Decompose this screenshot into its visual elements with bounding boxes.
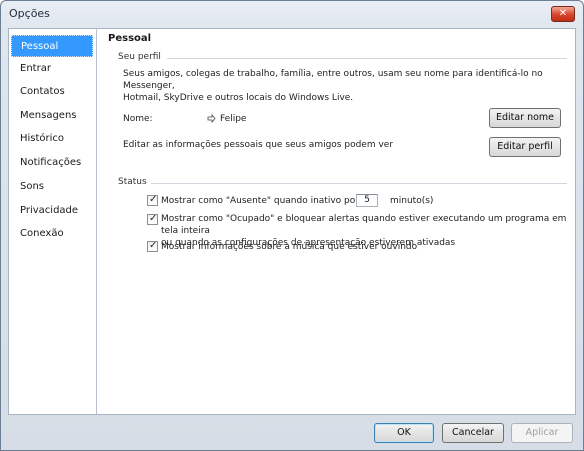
cancel-button[interactable]: Cancelar xyxy=(442,423,504,443)
sidebar-item-contatos[interactable]: Contatos xyxy=(11,81,93,103)
personal-pane: Pessoal Seu perfil Seus amigos, colegas … xyxy=(105,29,573,414)
sidebar-item-conexao[interactable]: Conexão xyxy=(11,223,93,245)
sidebar-item-entrar[interactable]: Entrar xyxy=(11,58,93,80)
close-icon: ✕ xyxy=(558,8,568,19)
sidebar-item-notificacoes[interactable]: Notificações xyxy=(11,152,93,174)
sidebar-item-sons[interactable]: Sons xyxy=(11,176,93,198)
away-checkbox[interactable] xyxy=(147,194,158,206)
page-title: Pessoal xyxy=(108,33,152,44)
close-button[interactable]: ✕ xyxy=(551,6,575,22)
sidebar-item-historico[interactable]: Histórico xyxy=(11,128,93,150)
sidebar-item-privacidade[interactable]: Privacidade xyxy=(11,200,93,222)
edit-name-button[interactable]: Editar nome xyxy=(489,108,561,128)
window-title: Opções xyxy=(9,7,50,20)
away-minutes-input[interactable]: 5 xyxy=(356,194,378,207)
title-bar[interactable]: Opções ✕ xyxy=(1,1,583,27)
music-checkbox[interactable] xyxy=(147,240,158,252)
edit-info-text: Editar as informações pessoais que seus … xyxy=(123,140,394,150)
status-section-divider xyxy=(151,183,567,184)
sidebar: Pessoal Entrar Contatos Mensagens Histór… xyxy=(9,29,97,414)
away-unit-label: minuto(s) xyxy=(390,196,434,206)
edit-profile-button[interactable]: Editar perfil xyxy=(489,137,561,157)
busy-label-line1: Mostrar como "Ocupado" e bloquear alerta… xyxy=(161,214,567,236)
sidebar-item-mensagens[interactable]: Mensagens xyxy=(11,105,93,127)
away-label: Mostrar como "Ausente" quando inativo po… xyxy=(161,196,359,206)
options-window: Opções ✕ Pessoal Entrar Contatos Mensage… xyxy=(0,0,584,451)
apply-button[interactable]: Aplicar xyxy=(511,423,573,443)
name-value: Felipe xyxy=(220,114,247,124)
music-label: Mostrar informações sobre a música que e… xyxy=(161,242,418,252)
busy-checkbox[interactable] xyxy=(147,213,158,225)
profile-description-line1: Seus amigos, colegas de trabalho, famíli… xyxy=(123,69,543,91)
profile-description-line2: Hotmail, SkyDrive e outros locais do Win… xyxy=(123,93,354,103)
profile-description: Seus amigos, colegas de trabalho, famíli… xyxy=(123,68,571,104)
profile-section-title: Seu perfil xyxy=(118,52,161,62)
sidebar-item-pessoal[interactable]: Pessoal xyxy=(11,35,93,57)
status-section-title: Status xyxy=(118,177,147,187)
profile-section-divider xyxy=(167,58,567,59)
content-area: Pessoal Entrar Contatos Mensagens Histór… xyxy=(8,28,576,415)
name-label: Nome: xyxy=(123,114,153,124)
presence-arrow-icon xyxy=(207,114,216,123)
ok-button[interactable]: OK xyxy=(374,423,434,443)
